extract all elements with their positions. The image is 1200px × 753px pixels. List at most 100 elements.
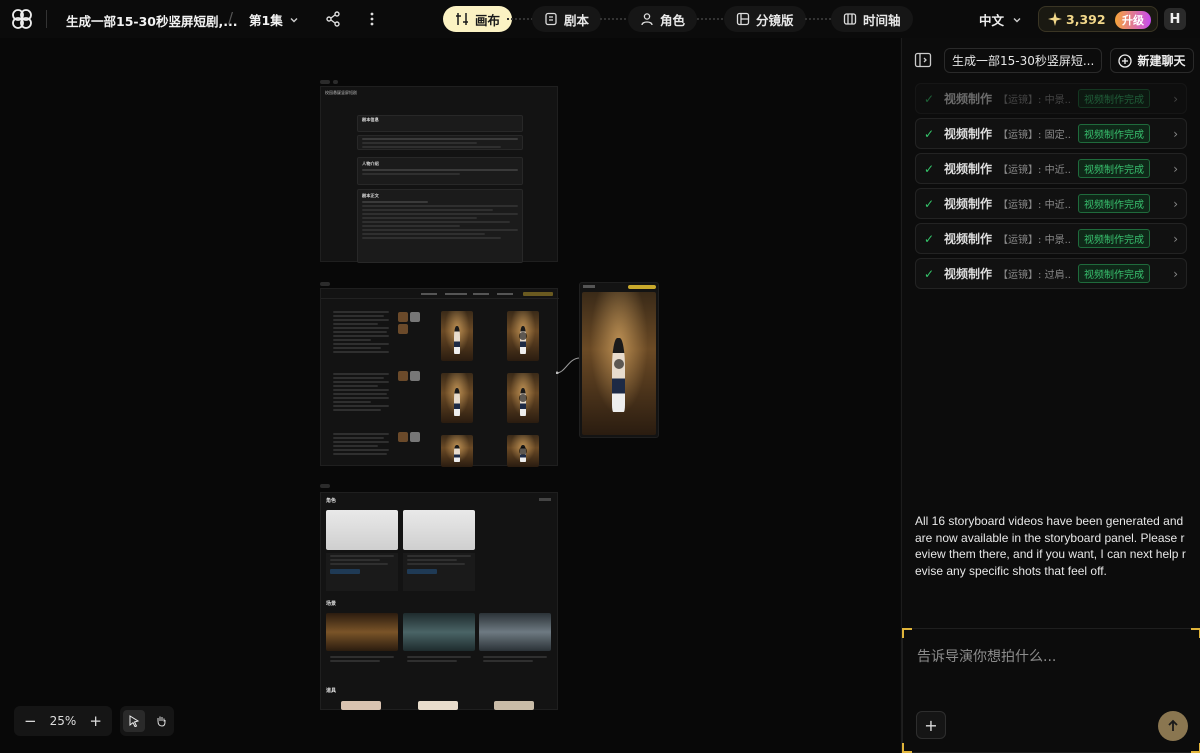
storyboard-video-thumb[interactable] xyxy=(507,435,539,467)
send-arrow-icon[interactable] xyxy=(1158,711,1188,741)
storyboard-frame-image[interactable] xyxy=(441,373,473,423)
tab-storyboard[interactable]: 分镜版 xyxy=(724,6,806,32)
script-icon xyxy=(545,12,557,26)
character-card-image[interactable] xyxy=(326,510,398,550)
node-tag xyxy=(320,80,338,84)
top-bar: 生成一部15-30秒竖屏短剧,... / 第1集 画布 剧本 角色 分镜版 时间… xyxy=(0,0,1200,38)
chat-session-selector[interactable]: 生成一部15-30秒竖屏短... xyxy=(944,48,1102,73)
canvas-area[interactable]: 校园悬疑竖屏短剧 剧本信息 人物介绍 剧本正文 角色 场景 道具 − 25% + xyxy=(0,38,900,753)
tab-label: 分镜版 xyxy=(756,12,794,28)
zoom-out-button[interactable]: − xyxy=(24,712,37,730)
status-badge: 视频制作完成 xyxy=(1078,159,1151,178)
prop-card-image[interactable] xyxy=(418,701,458,710)
character-thumb[interactable] xyxy=(398,312,408,322)
plus-circle-icon xyxy=(1118,53,1133,68)
storyboard-video-thumb[interactable] xyxy=(507,311,539,361)
language-selector[interactable]: 中文 xyxy=(979,10,1022,29)
play-icon[interactable] xyxy=(519,394,527,402)
upgrade-button[interactable]: 升级 xyxy=(1115,11,1151,29)
task-item[interactable]: ✓ 视频制作 【运镜】: 中近... 视频制作完成 › xyxy=(915,153,1187,184)
project-title[interactable]: 生成一部15-30秒竖屏短剧,... xyxy=(66,11,237,30)
user-avatar[interactable]: H xyxy=(1164,8,1186,30)
tab-connector xyxy=(697,18,723,20)
credits-count: 3,392 xyxy=(1066,11,1106,27)
sidebar-toggle-icon[interactable] xyxy=(914,51,932,73)
episode-selector[interactable]: 第1集 xyxy=(249,10,299,29)
task-item[interactable]: ✓ 视频制作 【运镜】: 中近... 视频制作完成 › xyxy=(915,188,1187,219)
app-logo-icon[interactable] xyxy=(10,7,34,31)
sparkle-icon xyxy=(1048,12,1062,26)
chevron-right-icon: › xyxy=(1173,196,1178,211)
script-document-node[interactable]: 校园悬疑竖屏短剧 剧本信息 人物介绍 剧本正文 xyxy=(320,86,558,263)
chat-session-title: 生成一部15-30秒竖屏短... xyxy=(952,54,1095,68)
zoom-in-button[interactable]: + xyxy=(89,712,102,730)
assistant-message: All 16 storyboard videos have been gener… xyxy=(915,514,1186,578)
check-icon: ✓ xyxy=(924,126,935,141)
storyboard-video-thumb[interactable] xyxy=(507,373,539,423)
check-icon: ✓ xyxy=(924,196,935,211)
character-thumb[interactable] xyxy=(410,432,420,442)
task-item[interactable]: ✓ 视频制作 【运镜】: 固定... 视频制作完成 › xyxy=(915,118,1187,149)
chevron-right-icon: › xyxy=(1173,126,1178,141)
credits-display[interactable]: 3,392 升级 xyxy=(1038,6,1158,32)
character-card-info xyxy=(403,553,475,591)
share-icon[interactable] xyxy=(323,9,343,29)
scene-card-image[interactable] xyxy=(479,613,551,651)
storyboard-icon xyxy=(736,12,750,26)
more-options-icon[interactable] xyxy=(362,9,382,29)
task-item[interactable]: ✓ 视频制作 【运镜】: 中景... 视频制作完成 › xyxy=(915,223,1187,254)
select-tool-icon[interactable] xyxy=(122,710,145,732)
storyboard-table-node[interactable] xyxy=(320,288,559,467)
video-preview-node[interactable] xyxy=(579,282,659,438)
character-thumb[interactable] xyxy=(410,371,420,381)
character-thumb[interactable] xyxy=(398,324,408,334)
canvas-tool-switcher xyxy=(120,706,174,736)
task-item[interactable]: ✓ 视频制作 【运镜】: 中景... 视频制作完成 › xyxy=(915,83,1187,114)
storyboard-frame-image[interactable] xyxy=(441,435,473,467)
status-badge: 视频制作完成 xyxy=(1078,124,1151,143)
task-item[interactable]: ✓ 视频制作 【运镜】: 过肩... 视频制作完成 › xyxy=(915,258,1187,289)
character-card-image[interactable] xyxy=(403,510,475,550)
canvas-icon xyxy=(456,13,468,25)
video-preview-image[interactable] xyxy=(582,292,656,435)
breadcrumb-separator: / xyxy=(228,9,234,27)
prop-card-image[interactable] xyxy=(341,701,381,710)
script-body-block: 剧本正文 xyxy=(357,189,523,263)
scene-card-image[interactable] xyxy=(326,613,398,651)
chat-input-placeholder[interactable]: 告诉导演你想拍什么... xyxy=(917,646,1056,666)
focus-corner xyxy=(1191,628,1200,638)
character-thumb[interactable] xyxy=(398,432,408,442)
attach-plus-button[interactable]: + xyxy=(916,711,946,739)
status-badge: 视频制作完成 xyxy=(1078,264,1151,283)
chat-input-area[interactable]: 告诉导演你想拍什么... + xyxy=(902,628,1200,753)
storyboard-row-text xyxy=(329,309,393,367)
tab-characters[interactable]: 角色 xyxy=(628,6,698,32)
chevron-down-icon xyxy=(290,17,298,22)
asset-library-node[interactable]: 角色 场景 道具 xyxy=(320,492,558,710)
play-icon[interactable] xyxy=(519,447,527,455)
storyboard-toolbar xyxy=(321,289,559,299)
hand-tool-icon[interactable] xyxy=(150,710,172,732)
characters-heading: 角色 xyxy=(326,498,337,504)
scene-card-info xyxy=(326,654,398,676)
prop-card-image[interactable] xyxy=(494,701,534,710)
play-icon[interactable] xyxy=(614,358,624,369)
new-chat-button[interactable]: 新建聊天 xyxy=(1110,48,1194,73)
tab-timeline[interactable]: 时间轴 xyxy=(831,6,913,32)
chevron-down-icon xyxy=(1100,60,1101,61)
character-thumb[interactable] xyxy=(410,312,420,322)
character-icon xyxy=(641,13,653,26)
check-icon: ✓ xyxy=(924,231,935,246)
scene-card-image[interactable] xyxy=(403,613,475,651)
chat-panel: 生成一部15-30秒竖屏短... 新建聊天 ✓ 视频制作 【运镜】: 中景...… xyxy=(901,38,1200,753)
characters-intro-block: 人物介绍 xyxy=(357,157,523,185)
play-icon[interactable] xyxy=(519,332,527,340)
character-thumb[interactable] xyxy=(398,371,408,381)
storyboard-frame-image[interactable] xyxy=(441,311,473,361)
zoom-level: 25% xyxy=(49,714,77,728)
episode-label: 第1集 xyxy=(249,13,283,28)
node-tag xyxy=(320,282,330,286)
tab-script[interactable]: 剧本 xyxy=(532,6,602,32)
node-tag xyxy=(320,484,330,488)
tab-canvas[interactable]: 画布 xyxy=(443,6,513,32)
